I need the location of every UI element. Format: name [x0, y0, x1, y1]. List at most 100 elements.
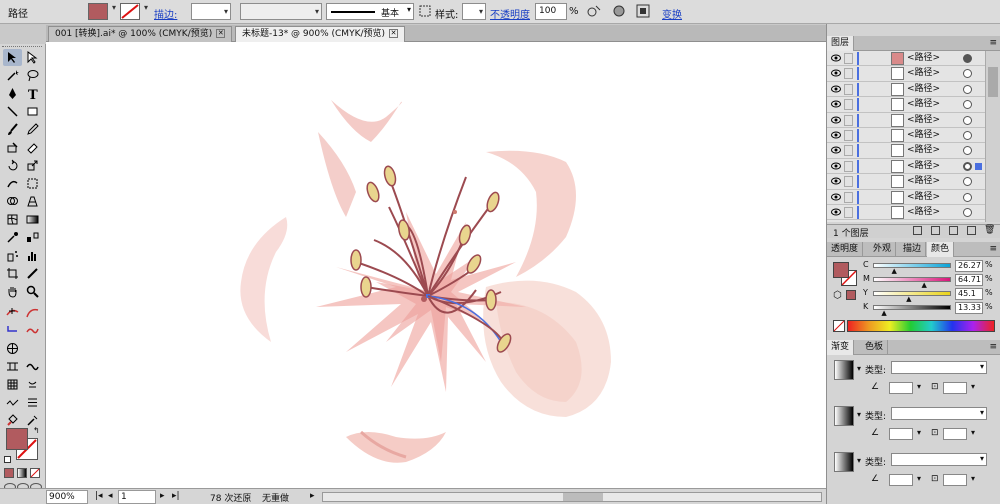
lock-toggle[interactable] [844, 68, 853, 80]
locate-object-icon[interactable] [913, 226, 922, 235]
symbol-tool-icon[interactable] [3, 340, 22, 357]
target-icon[interactable] [963, 161, 972, 171]
gradient-tool-icon[interactable] [23, 211, 42, 228]
visibility-eye-icon[interactable] [831, 146, 841, 154]
opacity-input[interactable]: 100 [535, 3, 567, 20]
variable-width-profile[interactable] [240, 3, 322, 20]
tab-gradient[interactable]: 渐变 [827, 340, 855, 355]
channel-value[interactable]: 26.27 [955, 260, 983, 272]
graphic-style-picker[interactable] [462, 3, 486, 20]
blob-brush-tool-icon[interactable] [3, 139, 22, 156]
visibility-eye-icon[interactable] [831, 100, 841, 108]
panel-menu-icon[interactable]: ≡ [989, 242, 997, 256]
slider-thumb-icon[interactable]: ▲ [906, 296, 911, 303]
petal-left[interactable] [240, 217, 288, 342]
live-paint-bucket-icon[interactable] [3, 412, 22, 429]
target-icon[interactable] [963, 131, 972, 140]
color-fill-box-front[interactable] [833, 262, 849, 278]
layer-name[interactable]: <路径> [907, 190, 940, 205]
visibility-eye-icon[interactable] [831, 69, 841, 77]
tab-document-001[interactable]: 001 [转换].ai* @ 100% (CMYK/预览) ✕ [48, 26, 233, 42]
layer-row[interactable]: <路径> [827, 143, 985, 159]
new-layer-icon[interactable] [967, 226, 976, 235]
layer-row[interactable]: <路径> [827, 82, 985, 98]
visibility-eye-icon[interactable] [831, 162, 841, 170]
layers-scrollbar[interactable] [985, 51, 1000, 222]
zoom-field[interactable]: 900% [46, 490, 88, 504]
horizontal-scrollbar[interactable] [322, 492, 822, 502]
perspective-grid-tool-icon[interactable] [23, 193, 42, 210]
gradient-swatch[interactable] [834, 452, 854, 472]
join-tool-icon[interactable] [3, 322, 22, 339]
add-anchor-tool-icon[interactable] [3, 304, 22, 321]
gradient-dropdown-icon[interactable]: ▾ [857, 456, 861, 465]
clipping-mask-icon[interactable] [931, 226, 940, 235]
last-page-icon[interactable]: ▸| [172, 491, 180, 501]
lock-toggle[interactable] [844, 145, 853, 157]
visibility-eye-icon[interactable] [831, 193, 841, 201]
none-color-icon[interactable] [833, 320, 845, 332]
layer-row[interactable]: <路径> [827, 190, 985, 205]
layer-name[interactable]: <路径> [907, 113, 940, 128]
gradient-type-select[interactable]: ▾ [891, 361, 987, 374]
visibility-eye-icon[interactable] [831, 131, 841, 139]
layer-name[interactable]: <路径> [907, 51, 940, 66]
lock-toggle[interactable] [844, 176, 853, 188]
color-mode-icon[interactable] [4, 468, 14, 478]
free-transform-tool-icon[interactable] [23, 175, 42, 192]
layer-row[interactable]: <路径> [827, 205, 985, 221]
eraser-tool-icon[interactable] [23, 139, 42, 156]
gradient-type-select[interactable]: ▾ [891, 453, 987, 466]
layer-name[interactable]: <路径> [907, 82, 940, 97]
align-icon[interactable] [636, 4, 652, 21]
default-colors-icon[interactable] [4, 456, 11, 463]
fill-color-swatch[interactable] [88, 3, 108, 20]
petal-top[interactable] [331, 100, 402, 142]
target-icon[interactable] [963, 84, 972, 94]
aspect-dropdown-icon[interactable]: ▾ [971, 474, 975, 483]
angle-dropdown-icon[interactable]: ▾ [917, 474, 921, 483]
rotate-tool-icon[interactable] [3, 157, 22, 174]
target-icon[interactable] [963, 146, 972, 156]
layer-name[interactable]: <路径> [907, 66, 940, 81]
layer-row[interactable]: <路径> [827, 128, 985, 144]
twirl-tool-icon[interactable] [23, 358, 42, 375]
layer-row[interactable]: <路径> [827, 97, 985, 113]
swap-fill-stroke-icon[interactable]: ↰ [33, 426, 40, 435]
warp-tool-icon[interactable] [3, 175, 22, 192]
tab-appearance[interactable]: 外观 [869, 242, 897, 257]
panel-menu-icon[interactable]: ≡ [989, 340, 997, 354]
lock-toggle[interactable] [844, 207, 853, 218]
magic-wand-tool-icon[interactable] [3, 67, 22, 84]
gradient-mode-icon[interactable] [17, 468, 27, 478]
tab-stroke[interactable]: 描边 [899, 242, 927, 257]
next-page-icon[interactable]: ▸ [160, 491, 165, 501]
opacity-link[interactable]: 不透明度 [490, 6, 530, 21]
lock-toggle[interactable] [844, 114, 853, 126]
pucker-tool-icon[interactable] [23, 376, 42, 393]
layer-row[interactable]: <路径> [827, 51, 985, 67]
selection-tool-icon[interactable] [3, 49, 22, 66]
pen-tool-icon[interactable] [3, 85, 22, 102]
gradient-swatch[interactable] [834, 406, 854, 426]
lock-toggle[interactable] [844, 160, 853, 172]
tab-swatches[interactable]: 色板 [861, 340, 889, 355]
layer-name[interactable]: <路径> [907, 143, 940, 158]
slider-thumb-icon[interactable]: ▲ [891, 268, 896, 275]
color-spectrum[interactable] [847, 320, 995, 332]
symbol-sprayer-tool-icon[interactable] [3, 247, 22, 264]
layer-name[interactable]: <路径> [907, 97, 940, 112]
tab-color[interactable]: 颜色 [927, 242, 955, 257]
layer-name[interactable]: <路径> [907, 205, 940, 220]
pencil-tool-icon[interactable] [23, 121, 42, 138]
line-segment-tool-icon[interactable] [3, 103, 22, 120]
brush-definition[interactable]: 基本 ▾ [326, 3, 414, 20]
convert-anchor-tool-icon[interactable] [23, 304, 42, 321]
tab-transparency[interactable]: 透明度 [827, 242, 864, 257]
close-icon[interactable]: ✕ [389, 29, 399, 38]
channel-slider[interactable] [873, 291, 951, 296]
mesh-tool-icon[interactable] [3, 211, 22, 228]
layer-name[interactable]: <路径> [907, 159, 940, 174]
petal-upper-left[interactable] [318, 132, 356, 217]
target-icon[interactable] [963, 192, 972, 202]
